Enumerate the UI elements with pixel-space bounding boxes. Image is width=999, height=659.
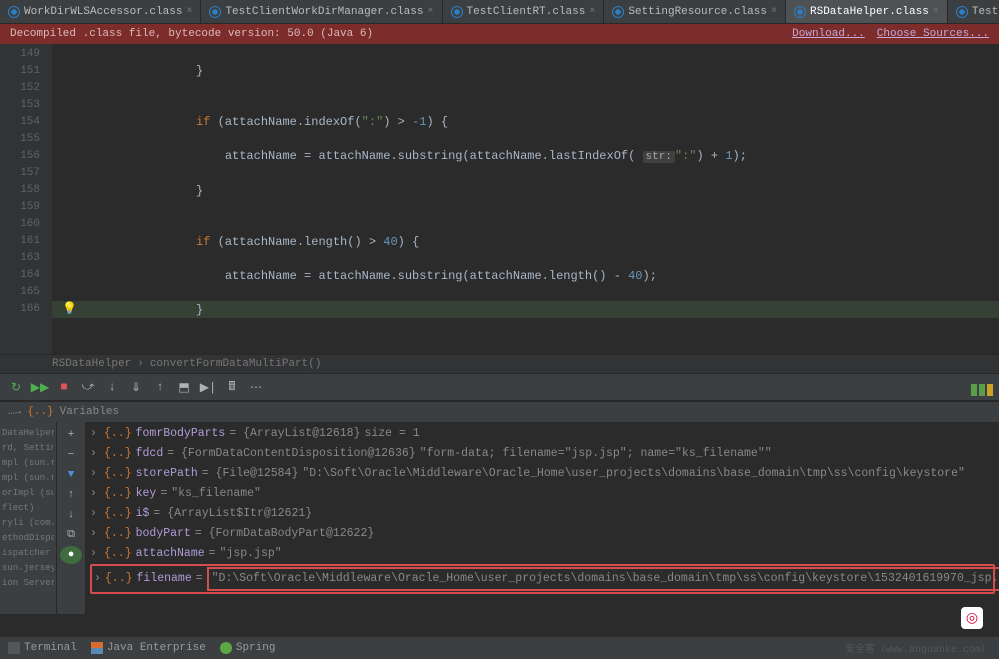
breadcrumb: RSDataHelper › convertFormDataMultiPart(… — [0, 354, 999, 373]
class-icon — [209, 6, 221, 18]
evaluate-icon[interactable]: 🖩 — [222, 377, 242, 397]
breadcrumb-class[interactable]: RSDataHelper — [52, 358, 131, 370]
close-icon[interactable]: × — [933, 6, 939, 17]
class-icon — [794, 6, 806, 18]
frames-panel[interactable]: DataHelper (rd, Settinmpl (sun.rempl (su… — [0, 422, 56, 614]
class-icon — [956, 6, 968, 18]
var-filename[interactable]: ›{..}filename = "D:\Soft\Oracle\Middlewa… — [90, 564, 995, 594]
var-bodypart[interactable]: ›{..}bodyPart = {FormDataBodyPart@12622} — [90, 524, 995, 544]
remove-watch-icon[interactable]: − — [60, 446, 82, 464]
tab-workdirwlsaccessor[interactable]: WorkDirWLSAccessor.class× — [0, 0, 201, 23]
code-content[interactable]: } if (attachName.indexOf(":") > -1) { at… — [52, 44, 999, 354]
mark-icon[interactable]: ● — [60, 546, 82, 564]
filter-icon[interactable]: ▼ — [60, 466, 82, 484]
decompiled-banner: Decompiled .class file, bytecode version… — [0, 24, 999, 44]
variables-tree[interactable]: ›{..}fomrBodyParts = {ArrayList@12618} s… — [86, 422, 999, 614]
step-over-icon[interactable]: ⤻ — [78, 377, 98, 397]
copy-icon[interactable]: ⧉ — [60, 526, 82, 544]
move-down-icon[interactable]: ↓ — [60, 506, 82, 524]
class-icon — [8, 6, 20, 18]
variables-header: …→ {..} Variables — [0, 401, 999, 422]
editor-tabs: WorkDirWLSAccessor.class× TestClientWork… — [0, 0, 999, 24]
var-fdcd[interactable]: ›{..}fdcd = {FormDataContentDisposition@… — [90, 444, 995, 464]
run-to-cursor-icon[interactable]: ▶| — [198, 377, 218, 397]
code-editor[interactable]: 💡 14915115215315415515615715815916016116… — [0, 44, 999, 354]
close-icon[interactable]: × — [186, 6, 192, 17]
move-up-icon[interactable]: ↑ — [60, 486, 82, 504]
close-icon[interactable]: × — [428, 6, 434, 17]
debug-side-toolbar: + − ▼ ↑ ↓ ⧉ ● — [56, 422, 86, 614]
rerun-icon[interactable]: ↻ — [6, 377, 26, 397]
java-enterprise-tab[interactable]: Java Enterprise — [91, 642, 206, 654]
tab-settingresource[interactable]: SettingResource.class× — [604, 0, 786, 23]
stop-icon[interactable]: ■ — [54, 377, 74, 397]
debug-panel: DataHelper (rd, Settinmpl (sun.rempl (su… — [0, 422, 999, 614]
choose-sources-link[interactable]: Choose Sources... — [877, 28, 989, 40]
debug-toolbar: ↻ ▶▶ ■ ⤻ ↓ ⇓ ↑ ⬒ ▶| 🖩 ⋯ — [0, 373, 999, 401]
terminal-icon — [8, 642, 20, 654]
watermark: 安全客（www.anquanke.com） — [845, 640, 991, 656]
step-into-icon[interactable]: ↓ — [102, 377, 122, 397]
status-indicators — [971, 384, 993, 396]
resume-icon[interactable]: ▶▶ — [30, 377, 50, 397]
class-icon — [612, 6, 624, 18]
more-icon[interactable]: ⋯ — [246, 377, 266, 397]
java-icon — [91, 642, 103, 654]
add-watch-icon[interactable]: + — [60, 426, 82, 444]
var-is[interactable]: ›{..}i$ = {ArrayList$Itr@12621} — [90, 504, 995, 524]
download-link[interactable]: Download... — [792, 28, 865, 40]
class-icon — [451, 6, 463, 18]
tab-testclientrt[interactable]: TestClientRT.class× — [443, 0, 605, 23]
tab-testpageprovider4wls[interactable]: TestPageProvider4WLS.class× — [948, 0, 999, 23]
tab-testclientworkdirmanager[interactable]: TestClientWorkDirManager.class× — [201, 0, 442, 23]
step-out-icon[interactable]: ↑ — [150, 377, 170, 397]
var-storepath[interactable]: ›{..}storePath = {File@12584} "D:\Soft\O… — [90, 464, 995, 484]
var-attachname[interactable]: ›{..}attachName = "jsp.jsp" — [90, 544, 995, 564]
site-favicon: ◎ — [961, 607, 983, 629]
terminal-tab[interactable]: Terminal — [8, 642, 77, 654]
banner-text: Decompiled .class file, bytecode version… — [10, 28, 373, 40]
breadcrumb-method[interactable]: convertFormDataMultiPart() — [150, 358, 322, 370]
spring-icon — [220, 642, 232, 654]
drop-frame-icon[interactable]: ⬒ — [174, 377, 194, 397]
spring-tab[interactable]: Spring — [220, 642, 276, 654]
tab-rsdatahelper[interactable]: RSDataHelper.class× — [786, 0, 948, 23]
var-fomrbodyparts[interactable]: ›{..}fomrBodyParts = {ArrayList@12618} s… — [90, 424, 995, 444]
status-bar: Terminal Java Enterprise Spring 安全客（www.… — [0, 637, 999, 659]
line-gutter: 1491511521531541551561571581591601611631… — [0, 44, 52, 354]
close-icon[interactable]: × — [589, 6, 595, 17]
close-icon[interactable]: × — [771, 6, 777, 17]
var-key[interactable]: ›{..}key = "ks_filename" — [90, 484, 995, 504]
force-step-into-icon[interactable]: ⇓ — [126, 377, 146, 397]
